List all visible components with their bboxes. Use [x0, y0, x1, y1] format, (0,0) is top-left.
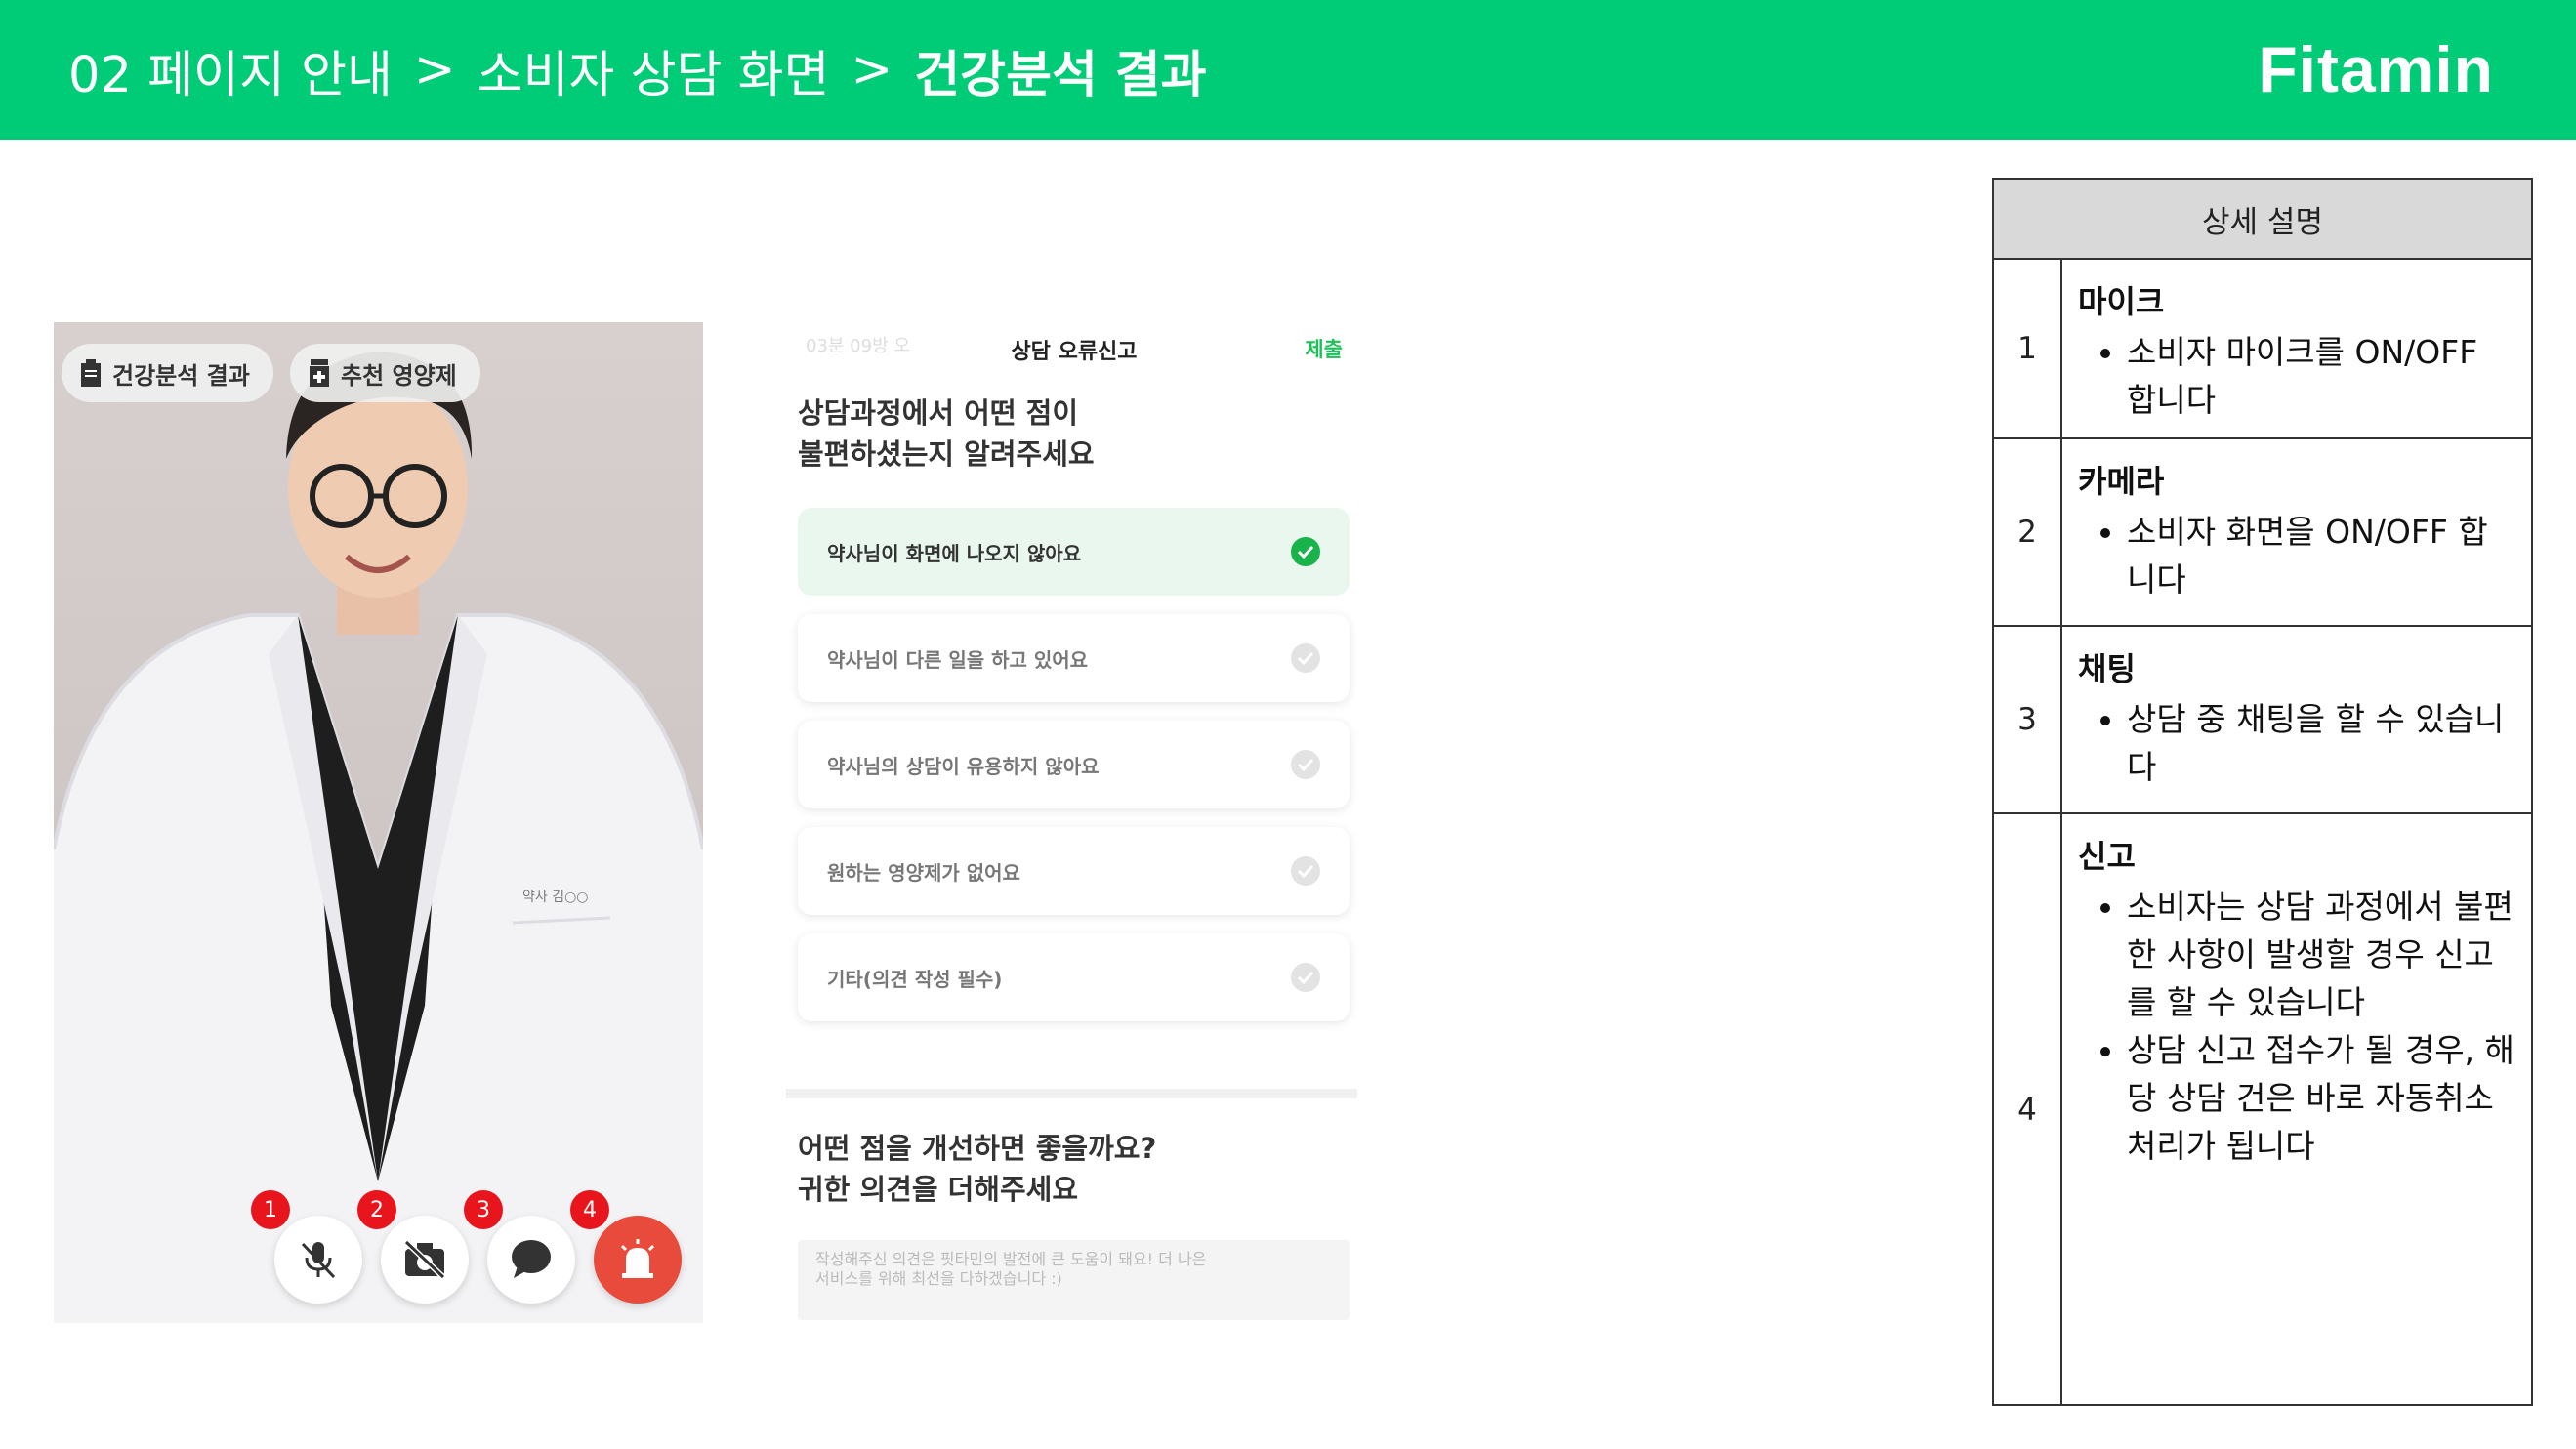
- clipboard-icon: [81, 359, 101, 387]
- mic-off-icon: [301, 1242, 336, 1279]
- report-option[interactable]: 약사님의 상담이 유용하지 않아요: [798, 721, 1350, 808]
- spec-bullet: 상담 중 채팅을 할 수 있습니다: [2127, 695, 2515, 791]
- submit-button[interactable]: 제출: [1305, 334, 1343, 363]
- spec-bullet-list: 소비자 마이크를 ON/OFF 합니다: [2078, 328, 2515, 424]
- tab-recommended-supplements[interactable]: 추천 영양제: [290, 344, 480, 402]
- report-option[interactable]: 기타(의견 작성 필수): [798, 933, 1350, 1021]
- mic-toggle-button[interactable]: [274, 1216, 362, 1304]
- report-question-line: 불편하셨는지 알려주세요: [798, 437, 1095, 471]
- option-label: 약사님이 화면에 나오지 않아요: [827, 541, 1082, 565]
- option-label: 기타(의견 작성 필수): [827, 967, 1003, 991]
- chat-bubble-icon: [512, 1240, 551, 1278]
- spec-bullet-list: 소비자 화면을 ON/OFF 합니다: [2078, 508, 2515, 603]
- callout-badge-2: 2: [357, 1190, 396, 1229]
- spec-row-title: 마이크: [2078, 283, 2165, 320]
- breadcrumb-item-page-guide: 02 페이지 안내: [68, 46, 393, 104]
- feedback-question-line: 귀한 의견을 더해주세요: [798, 1173, 1078, 1206]
- report-option[interactable]: 약사님이 화면에 나오지 않아요: [798, 508, 1350, 596]
- spec-bullet-list: 상담 중 채팅을 할 수 있습니다: [2078, 695, 2515, 791]
- spec-row: 3 채팅 상담 중 채팅을 할 수 있습니다: [1994, 627, 2531, 814]
- report-error-screen: 03분 09방 오 상담 오류신고 제출 상담과정에서 어떤 점이 불편하셨는지…: [786, 322, 1362, 1323]
- report-option[interactable]: 원하는 영양제가 없어요: [798, 827, 1350, 915]
- spec-row: 2 카메라 소비자 화면을 ON/OFF 합니다: [1994, 439, 2531, 627]
- top-header-bar: 02 페이지 안내 > 소비자 상담 화면 > 건강분석 결과 Fitamin: [0, 0, 2576, 140]
- breadcrumb: 02 페이지 안내 > 소비자 상담 화면 > 건강분석 결과: [68, 0, 1207, 140]
- spec-bullet: 소비자는 상담 과정에서 불편한 사항이 발생할 경우 신고를 할 수 있습니다: [2127, 883, 2515, 1026]
- spec-row-body: 채팅 상담 중 채팅을 할 수 있습니다: [2062, 627, 2531, 812]
- option-label: 약사님의 상담이 유용하지 않아요: [827, 754, 1100, 778]
- textarea-placeholder-line: 작성해주신 의견은 핏타민의 발전에 큰 도움이 돼요! 더 나은: [815, 1250, 1207, 1268]
- video-call-panel: 약사 김○○ 건강분석 결과 추천 영양제 1 2 3 4: [54, 322, 703, 1323]
- camera-off-icon: [403, 1240, 446, 1279]
- spec-row: 1 마이크 소비자 마이크를 ON/OFF 합니다: [1994, 260, 2531, 439]
- spec-table-header: 상세 설명: [1994, 180, 2531, 260]
- spec-bullet-list: 소비자는 상담 과정에서 불편한 사항이 발생할 경우 신고를 할 수 있습니다…: [2078, 883, 2515, 1170]
- spec-row: 4 신고 소비자는 상담 과정에서 불편한 사항이 발생할 경우 신고를 할 수…: [1994, 814, 2531, 1406]
- chip-label: 추천 영양제: [341, 361, 457, 390]
- brand-logo: Fitamin: [2258, 33, 2494, 105]
- section-divider: [786, 1089, 1357, 1098]
- spec-row-title: 카메라: [2078, 463, 2165, 500]
- report-alert-button[interactable]: [594, 1216, 682, 1304]
- spec-bullet: 상담 신고 접수가 될 경우, 해당 상담 건은 바로 자동취소 처리가 됩니다: [2127, 1026, 2515, 1170]
- callout-badge-3: 3: [464, 1190, 503, 1229]
- callout-badge-4: 4: [570, 1190, 609, 1229]
- breadcrumb-item-consult-screen: 소비자 상담 화면: [477, 46, 830, 104]
- spec-row-body: 신고 소비자는 상담 과정에서 불편한 사항이 발생할 경우 신고를 할 수 있…: [2062, 814, 2531, 1406]
- feedback-question: 어떤 점을 개선하면 좋을까요? 귀한 의견을 더해주세요: [798, 1128, 1156, 1210]
- chat-button[interactable]: [487, 1216, 575, 1304]
- feedback-question-line: 어떤 점을 개선하면 좋을까요?: [798, 1132, 1157, 1165]
- check-circle-icon: [1291, 963, 1320, 992]
- spec-description-table: 상세 설명 1 마이크 소비자 마이크를 ON/OFF 합니다 2 카메라 소비…: [1992, 178, 2533, 1406]
- pill-bottle-icon: [310, 359, 329, 387]
- textarea-placeholder-line: 서비스를 위해 최선을 다하겠습니다 :): [815, 1269, 1062, 1288]
- breadcrumb-separator: >: [851, 41, 893, 99]
- option-label: 원하는 영양제가 없어요: [827, 860, 1020, 885]
- feedback-textarea[interactable]: 작성해주신 의견은 핏타민의 발전에 큰 도움이 돼요! 더 나은 서비스를 위…: [798, 1240, 1350, 1320]
- check-circle-icon: [1291, 643, 1320, 673]
- pharmacist-video-feed: 약사 김○○: [54, 352, 703, 1323]
- report-title: 상담 오류신고: [1011, 340, 1138, 364]
- check-circle-icon: [1291, 856, 1320, 886]
- spec-row-body: 마이크 소비자 마이크를 ON/OFF 합니다: [2062, 260, 2531, 437]
- camera-toggle-button[interactable]: [381, 1216, 469, 1304]
- check-circle-icon: [1291, 750, 1320, 779]
- spec-row-body: 카메라 소비자 화면을 ON/OFF 합니다: [2062, 439, 2531, 625]
- report-question-line: 상담과정에서 어떤 점이: [798, 396, 1078, 430]
- spec-row-number: 2: [1994, 439, 2062, 625]
- callout-badge-1: 1: [251, 1190, 290, 1229]
- option-label: 약사님이 다른 일을 하고 있어요: [827, 647, 1089, 672]
- report-option[interactable]: 약사님이 다른 일을 하고 있어요: [798, 614, 1350, 702]
- spec-row-number: 3: [1994, 627, 2062, 812]
- coat-name-tag: 약사 김○○: [522, 890, 589, 905]
- spec-row-title: 채팅: [2078, 650, 2136, 687]
- spec-row-number: 1: [1994, 260, 2062, 437]
- spec-row-number: 4: [1994, 814, 2062, 1406]
- check-circle-icon: [1291, 537, 1320, 566]
- report-question: 상담과정에서 어떤 점이 불편하셨는지 알려주세요: [798, 393, 1095, 475]
- chip-label: 건강분석 결과: [112, 361, 250, 390]
- siren-alert-icon: [620, 1239, 655, 1278]
- spec-bullet: 소비자 마이크를 ON/OFF 합니다: [2127, 328, 2515, 424]
- breadcrumb-current: 건강분석 결과: [914, 46, 1207, 104]
- spec-bullet: 소비자 화면을 ON/OFF 합니다: [2127, 508, 2515, 603]
- spec-row-title: 신고: [2078, 838, 2136, 875]
- breadcrumb-separator: >: [413, 41, 456, 99]
- tab-health-analysis-result[interactable]: 건강분석 결과: [62, 344, 273, 402]
